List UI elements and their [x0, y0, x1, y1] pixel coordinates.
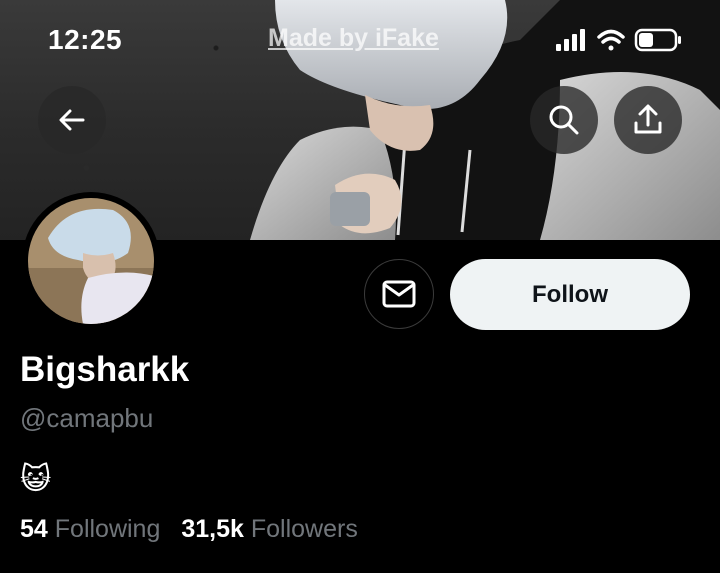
battery-icon [634, 28, 681, 52]
arrow-left-icon [59, 109, 85, 131]
avatar-image [28, 198, 154, 324]
share-button[interactable] [614, 86, 682, 154]
status-time: 12:25 [48, 24, 123, 55]
followers-stat[interactable]: 31,5k Followers [181, 515, 358, 543]
search-icon [549, 105, 579, 135]
signal-icon [556, 29, 585, 51]
back-button[interactable] [38, 86, 106, 154]
followers-label: Followers [250, 515, 358, 543]
follow-stats: 54 Following 31,5k Followers [20, 515, 372, 544]
following-count: 54 [20, 515, 48, 543]
share-icon [634, 104, 662, 134]
following-label: Following [54, 515, 161, 543]
wifi-icon [597, 29, 625, 51]
message-button[interactable] [364, 259, 434, 329]
search-button[interactable] [530, 86, 598, 154]
followers-count: 31,5k [181, 515, 244, 543]
follow-button[interactable]: Follow [450, 259, 690, 330]
display-name: Bigsharkk [20, 350, 190, 389]
envelope-icon [382, 280, 416, 308]
watermark-text: Made by iFake [268, 24, 439, 52]
user-handle: @camapbu [20, 403, 154, 433]
avatar[interactable] [22, 192, 160, 330]
status-icons [556, 28, 681, 52]
bio-emoji: 😺 [20, 462, 52, 497]
following-stat[interactable]: 54 Following [20, 515, 167, 543]
